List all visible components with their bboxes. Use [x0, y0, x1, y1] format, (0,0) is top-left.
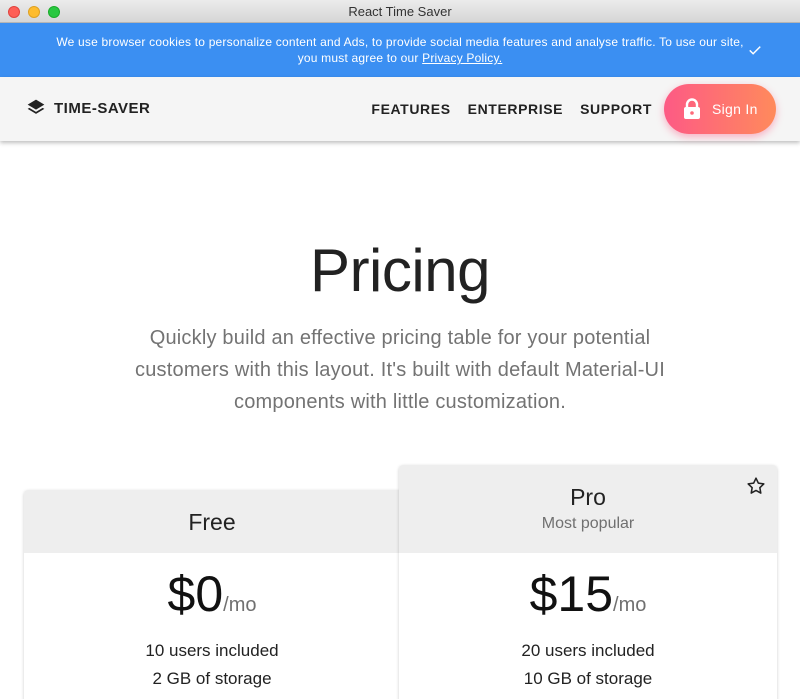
tier-period: /mo [223, 594, 257, 616]
layers-icon [27, 99, 45, 114]
maximize-window-button[interactable] [48, 6, 60, 18]
main-nav: FEATURES ENTERPRISE SUPPORT [371, 101, 652, 117]
page-subtitle: Quickly build an effective pricing table… [135, 327, 665, 413]
app-bar: TIME-SAVER FEATURES ENTERPRISE SUPPORT S… [0, 77, 800, 141]
price-row: $15/mo [399, 565, 777, 623]
window-titlebar: React Time Saver [0, 0, 800, 23]
tier-subtitle: Most popular [541, 515, 635, 532]
tier-price: $0 [167, 566, 224, 622]
close-window-button[interactable] [8, 6, 20, 18]
cookie-text: We use browser cookies to personalize co… [56, 35, 744, 65]
pricing-card-header: Free [24, 490, 400, 553]
privacy-policy-link[interactable]: Privacy Policy. [422, 51, 502, 65]
pricing-card-pro: Pro Most popular $15/mo 20 users include… [399, 465, 777, 699]
tier-period: /mo [613, 594, 647, 616]
brand[interactable]: TIME-SAVER [26, 98, 150, 118]
page-title: Pricing [310, 237, 490, 304]
minimize-window-button[interactable] [28, 6, 40, 18]
nav-support[interactable]: SUPPORT [580, 101, 652, 117]
nav-enterprise[interactable]: ENTERPRISE [468, 101, 563, 117]
check-icon[interactable] [746, 41, 764, 59]
list-item: 2 GB of storage [152, 669, 272, 688]
pricing-card-free: Free $0/mo 10 users included 2 GB of sto… [24, 490, 400, 699]
tier-title: Pro [570, 484, 606, 510]
feature-list: 20 users included 10 GB of storage [399, 637, 777, 693]
cookie-message: We use browser cookies to personalize co… [50, 34, 750, 66]
list-item: 10 users included [145, 641, 279, 660]
sign-in-label: Sign In [712, 101, 758, 117]
window-title: React Time Saver [348, 3, 452, 19]
star-outline-icon [747, 477, 765, 494]
feature-list: 10 users included 2 GB of storage [24, 637, 400, 693]
tier-price: $15 [529, 566, 614, 622]
nav-features[interactable]: FEATURES [371, 101, 450, 117]
lock-icon [684, 98, 700, 119]
price-row: $0/mo [24, 565, 400, 623]
tier-title: Free [188, 509, 236, 535]
cookie-banner: We use browser cookies to personalize co… [0, 23, 800, 77]
list-item: 10 GB of storage [523, 669, 653, 688]
sign-in-button[interactable]: Sign In [664, 84, 776, 134]
window-controls [8, 6, 60, 18]
brand-name: TIME-SAVER [54, 99, 151, 117]
pricing-card-header: Pro Most popular [399, 465, 777, 553]
list-item: 20 users included [521, 641, 655, 660]
